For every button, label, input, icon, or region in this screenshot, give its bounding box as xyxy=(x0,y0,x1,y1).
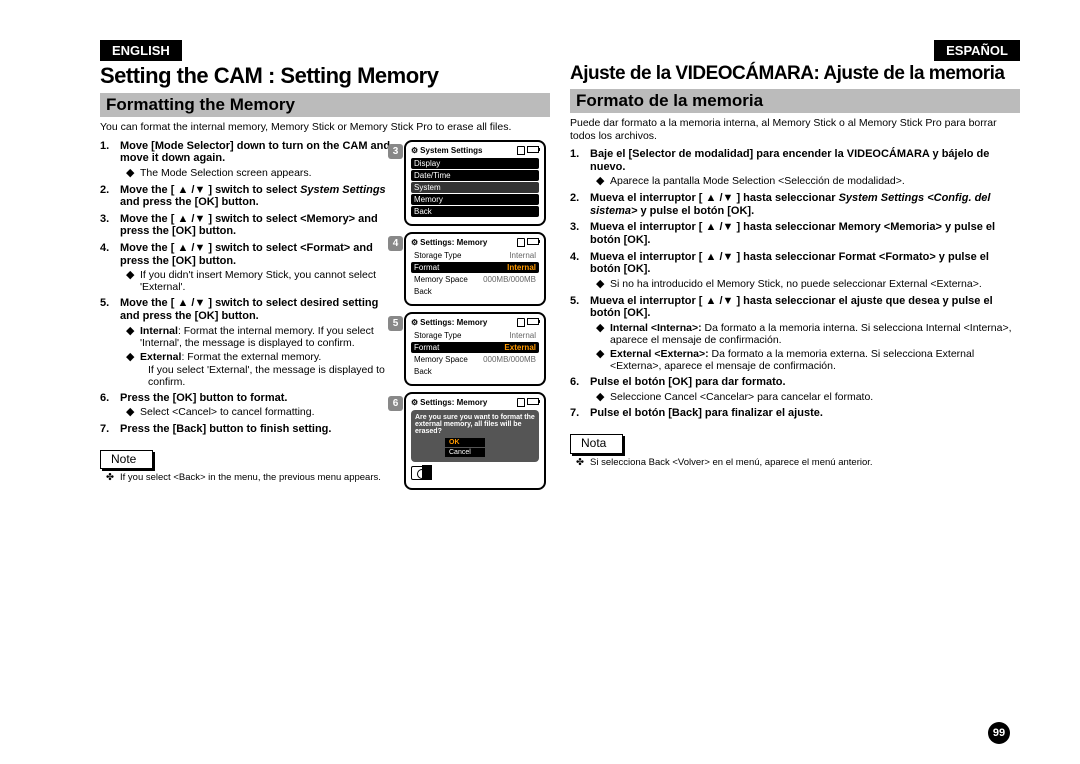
diamond-icon: ◆ xyxy=(126,167,140,180)
subtitle-en: Formatting the Memory xyxy=(100,93,550,117)
title-en: Setting the CAM : Setting Memory xyxy=(100,63,550,89)
row-storage: Storage TypeInternal xyxy=(411,330,539,341)
manual-page: ENGLISH Setting the CAM : Setting Memory… xyxy=(0,0,1080,764)
diamond-icon: ◆ xyxy=(596,391,610,404)
steps-es: 1. Baje el [Selector de modalidad] para … xyxy=(570,148,1020,469)
diamond-icon: ◆ xyxy=(596,175,610,188)
sd-icon xyxy=(517,146,525,155)
diamond-icon: ◆ xyxy=(126,406,140,419)
note-box-es: Nota xyxy=(570,434,623,454)
battery-icon xyxy=(527,146,539,153)
diamond-icon: ◆ xyxy=(596,348,610,372)
diamond-icon: ◆ xyxy=(126,325,140,349)
disk-icon xyxy=(411,466,431,480)
title-es: Ajuste de la VIDEOCÁMARA: Ajuste de la m… xyxy=(570,63,1020,85)
menu-system: System xyxy=(411,182,539,193)
diamond-icon: ◆ xyxy=(596,322,610,346)
screen-4: 4 ⚙Settings: Memory Storage TypeInternal… xyxy=(404,232,546,306)
note-box-en: Note xyxy=(100,450,153,470)
row-space: Memory Space000MB/000MB xyxy=(411,354,539,365)
badge-6: 6 xyxy=(388,396,403,411)
gear-icon: ⚙ xyxy=(411,398,418,407)
screen-5: 5 ⚙Settings: Memory Storage TypeInternal… xyxy=(404,312,546,386)
row-format: FormatInternal xyxy=(411,262,539,273)
sd-icon xyxy=(517,398,525,407)
cross-icon: ✤ xyxy=(106,473,120,484)
confirm-dialog: Are you sure you want to format the exte… xyxy=(411,410,539,462)
menu-datetime: Date/Time xyxy=(411,170,539,181)
row-back: Back xyxy=(411,286,539,297)
row-storage: Storage TypeInternal xyxy=(411,250,539,261)
menu-memory: Memory xyxy=(411,194,539,205)
sd-icon xyxy=(517,238,525,247)
sd-icon xyxy=(517,318,525,327)
menu-display: Display xyxy=(411,158,539,169)
intro-en: You can format the internal memory, Memo… xyxy=(100,121,550,134)
lang-tab-spanish: ESPAÑOL xyxy=(934,40,1020,61)
diamond-icon: ◆ xyxy=(596,278,610,291)
menu-back: Back xyxy=(411,206,539,217)
cross-icon: ✤ xyxy=(576,458,590,469)
gear-icon: ⚙ xyxy=(411,238,418,247)
steps-en: 1. Move [Mode Selector] down to turn on … xyxy=(100,140,400,496)
screen-6: 6 ⚙Settings: Memory Are you sure you wan… xyxy=(404,392,546,490)
intro-es: Puede dar formato a la memoria interna, … xyxy=(570,117,1020,142)
center-screens: 3 ⚙System Settings Display Date/Time Sys… xyxy=(400,140,550,496)
battery-icon xyxy=(527,238,539,245)
diamond-icon: ◆ xyxy=(126,351,140,364)
battery-icon xyxy=(527,398,539,405)
cancel-button: Cancel xyxy=(445,448,485,457)
page-number: 99 xyxy=(988,722,1010,744)
gear-icon: ⚙ xyxy=(411,146,418,155)
badge-5: 5 xyxy=(388,316,403,331)
badge-3: 3 xyxy=(388,144,403,159)
row-space: Memory Space000MB/000MB xyxy=(411,274,539,285)
screen-3: 3 ⚙System Settings Display Date/Time Sys… xyxy=(404,140,546,226)
row-format: FormatExternal xyxy=(411,342,539,353)
gear-icon: ⚙ xyxy=(411,318,418,327)
row-back: Back xyxy=(411,366,539,377)
lang-tab-english: ENGLISH xyxy=(100,40,182,61)
diamond-icon: ◆ xyxy=(126,269,140,293)
ok-button: OK xyxy=(445,438,485,447)
badge-4: 4 xyxy=(388,236,403,251)
english-column: ENGLISH Setting the CAM : Setting Memory… xyxy=(100,40,560,496)
battery-icon xyxy=(527,318,539,325)
subtitle-es: Formato de la memoria xyxy=(570,89,1020,113)
spanish-column: ESPAÑOL Ajuste de la VIDEOCÁMARA: Ajuste… xyxy=(560,40,1020,496)
